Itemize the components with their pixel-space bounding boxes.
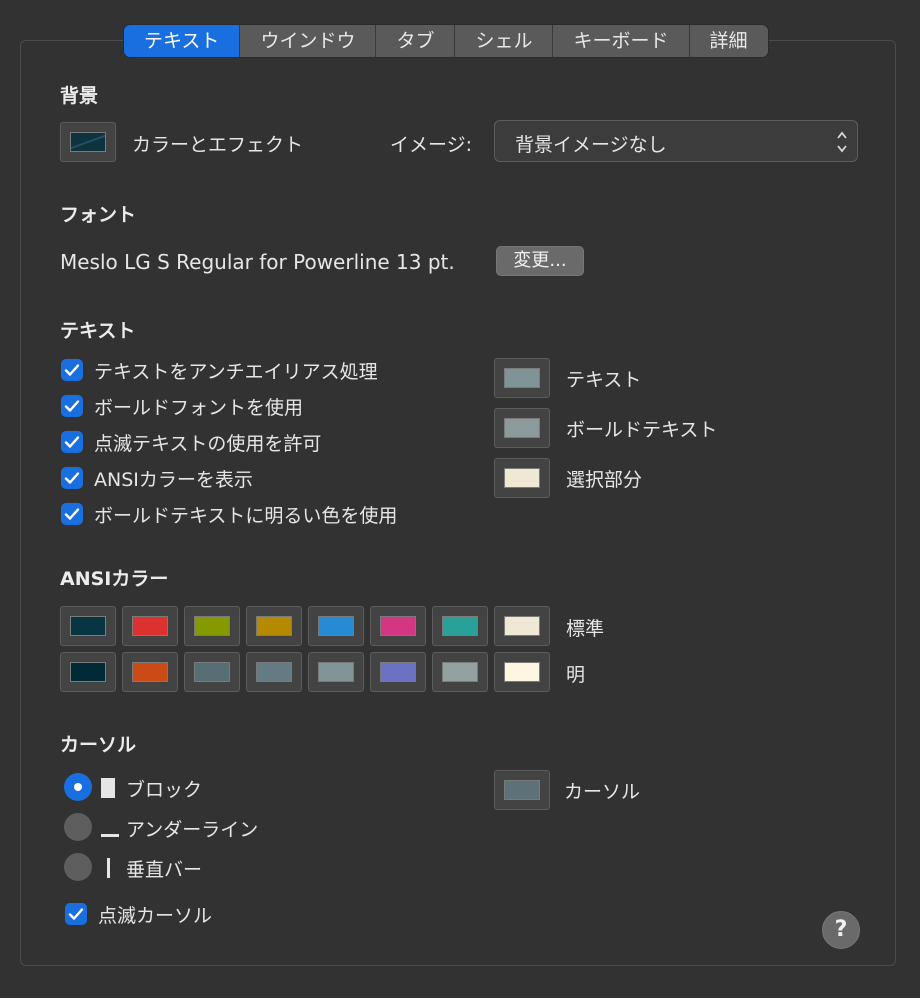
text-color-swatch[interactable] — [494, 358, 550, 398]
checkmark-icon — [64, 400, 80, 412]
tab-tab[interactable]: タブ — [376, 25, 456, 57]
vertical-bar-cursor-icon — [107, 858, 110, 878]
checkmark-icon — [64, 436, 80, 448]
checkmark-icon — [64, 472, 80, 484]
ansi-normal-color-fill-3 — [256, 616, 292, 636]
bright-bold-label: ボールドテキストに明るい色を使用 — [94, 505, 398, 527]
ansi-color-checkbox[interactable] — [61, 467, 83, 489]
text-section-title: テキスト — [60, 320, 136, 342]
tab-keyboard[interactable]: キーボード — [553, 25, 690, 57]
image-label: イメージ: — [390, 134, 473, 156]
checkmark-icon — [64, 508, 80, 520]
ansi-bright-color-fill-4 — [318, 662, 354, 682]
ansi-bright-color-fill-1 — [132, 662, 168, 682]
blink-cursor-label: 点滅カーソル — [98, 905, 213, 927]
chevron-updown-icon — [837, 131, 847, 153]
ansi-normal-color-swatch-4[interactable] — [308, 606, 364, 646]
font-name: Meslo LG S Regular for Powerline 13 pt. — [60, 250, 455, 274]
ansi-normal-color-swatch-2[interactable] — [184, 606, 240, 646]
blink-text-label: 点滅テキストの使用を許可 — [94, 433, 322, 455]
cursor-bar-radio[interactable] — [64, 853, 92, 881]
ansi-bright-color-swatch-6[interactable] — [432, 652, 488, 692]
checkmark-icon — [68, 908, 84, 920]
tab-shell[interactable]: シェル — [455, 25, 554, 57]
ansi-bright-color-swatch-5[interactable] — [370, 652, 426, 692]
background-color-fill — [70, 132, 106, 152]
bold-text-color-label: ボールドテキスト — [566, 419, 718, 441]
tab-bar: テキスト ウインドウ タブ シェル キーボード 詳細 — [124, 25, 768, 57]
cursor-color-fill — [504, 780, 540, 800]
ansi-bright-color-swatch-7[interactable] — [494, 652, 550, 692]
ansi-normal-color-swatch-3[interactable] — [246, 606, 302, 646]
antialias-label: テキストをアンチエイリアス処理 — [94, 361, 378, 383]
ansi-bright-color-fill-2 — [194, 662, 230, 682]
tab-advanced[interactable]: 詳細 — [689, 25, 768, 57]
ansi-section-title: ANSIカラー — [60, 568, 169, 590]
cursor-section-title: カーソル — [60, 734, 137, 756]
ansi-normal-label: 標準 — [566, 618, 605, 640]
ansi-normal-color-swatch-6[interactable] — [432, 606, 488, 646]
cursor-color-label: カーソル — [564, 781, 641, 803]
ansi-normal-color-fill-0 — [70, 616, 106, 636]
ansi-bright-color-swatch-4[interactable] — [308, 652, 364, 692]
cursor-bar-label: 垂直バー — [126, 859, 203, 881]
underline-cursor-icon — [101, 834, 119, 837]
ansi-bright-label: 明 — [566, 664, 586, 686]
antialias-checkbox[interactable] — [61, 359, 83, 381]
ansi-normal-color-fill-7 — [504, 616, 540, 636]
color-effect-label: カラーとエフェクト — [132, 134, 304, 156]
checkmark-icon — [64, 364, 80, 376]
ansi-normal-color-swatch-1[interactable] — [122, 606, 178, 646]
text-color-label: テキスト — [566, 369, 642, 391]
tab-window[interactable]: ウインドウ — [240, 25, 377, 57]
cursor-block-label: ブロック — [126, 779, 203, 801]
selection-color-swatch[interactable] — [494, 458, 550, 498]
bold-text-color-fill — [504, 418, 540, 438]
help-button[interactable]: ? — [822, 911, 860, 949]
cursor-underline-label: アンダーライン — [126, 819, 259, 841]
ansi-normal-color-swatch-0[interactable] — [60, 606, 116, 646]
ansi-bright-color-fill-3 — [256, 662, 292, 682]
ansi-bright-color-fill-6 — [442, 662, 478, 682]
ansi-bright-color-fill-5 — [380, 662, 416, 682]
selection-color-fill — [504, 468, 540, 488]
bold-text-color-swatch[interactable] — [494, 408, 550, 448]
background-color-swatch[interactable] — [60, 122, 116, 162]
change-font-button[interactable]: 変更... — [496, 246, 584, 276]
ansi-normal-color-fill-4 — [318, 616, 354, 636]
ansi-normal-color-swatch-5[interactable] — [370, 606, 426, 646]
ansi-bright-color-swatch-1[interactable] — [122, 652, 178, 692]
blink-text-checkbox[interactable] — [61, 431, 83, 453]
tab-text[interactable]: テキスト — [124, 25, 241, 57]
font-section-title: フォント — [60, 204, 137, 226]
ansi-bright-color-fill-0 — [70, 662, 106, 682]
cursor-underline-radio[interactable] — [64, 813, 92, 841]
ansi-normal-color-fill-1 — [132, 616, 168, 636]
ansi-color-label: ANSIカラーを表示 — [94, 469, 253, 491]
ansi-normal-color-fill-2 — [194, 616, 230, 636]
cursor-block-radio[interactable] — [64, 773, 92, 801]
bold-font-checkbox[interactable] — [61, 395, 83, 417]
ansi-bright-color-swatch-2[interactable] — [184, 652, 240, 692]
blink-cursor-checkbox[interactable] — [65, 903, 87, 925]
ansi-bright-color-swatch-0[interactable] — [60, 652, 116, 692]
block-cursor-icon — [101, 778, 115, 798]
ansi-normal-color-swatch-7[interactable] — [494, 606, 550, 646]
cursor-color-swatch[interactable] — [494, 770, 550, 810]
background-section-title: 背景 — [60, 85, 99, 107]
ansi-bright-color-fill-7 — [504, 662, 540, 682]
text-color-fill — [504, 368, 540, 388]
background-image-value: 背景イメージなし — [515, 134, 667, 156]
ansi-normal-color-fill-5 — [380, 616, 416, 636]
bright-bold-checkbox[interactable] — [61, 503, 83, 525]
ansi-normal-color-fill-6 — [442, 616, 478, 636]
ansi-bright-color-swatch-3[interactable] — [246, 652, 302, 692]
background-image-select[interactable]: 背景イメージなし — [494, 120, 858, 162]
bold-font-label: ボールドフォントを使用 — [94, 397, 304, 419]
selection-color-label: 選択部分 — [566, 469, 643, 491]
